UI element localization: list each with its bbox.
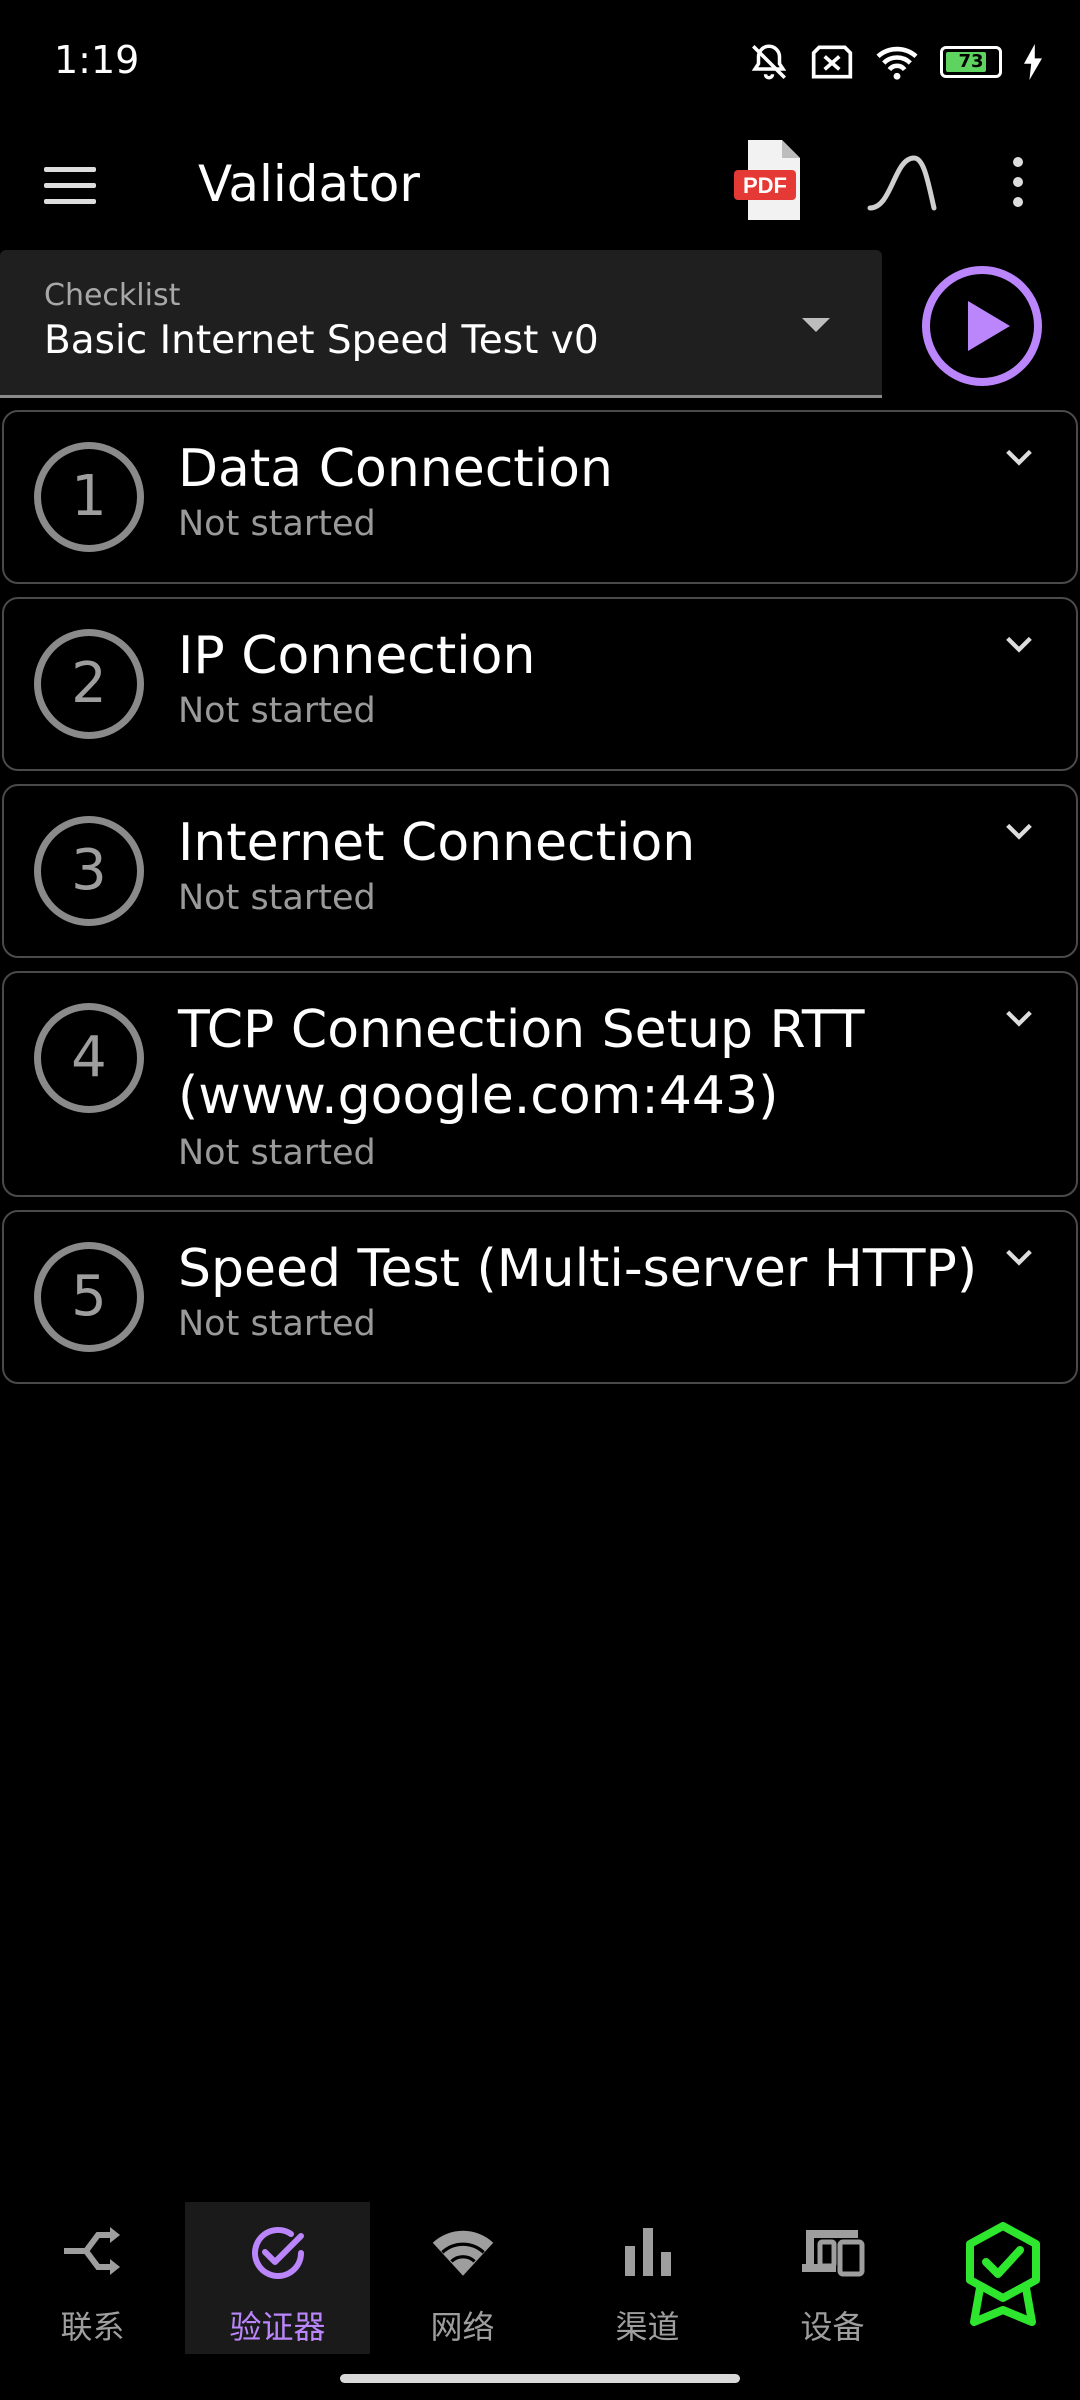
nav-item-network[interactable]: 网络 bbox=[370, 2202, 555, 2354]
nav-label: 验证器 bbox=[229, 2308, 326, 2346]
pdf-export-icon[interactable]: PDF bbox=[730, 136, 810, 226]
nav-item-connect[interactable]: 联系 bbox=[0, 2202, 185, 2354]
battery-level: 73 bbox=[958, 51, 984, 72]
status-icons: 73 bbox=[748, 36, 1044, 88]
step-card-2[interactable]: 2 IP Connection Not started bbox=[2, 597, 1078, 771]
award-badge-icon[interactable] bbox=[958, 2222, 1048, 2326]
step-title: IP Connection bbox=[178, 626, 536, 686]
step-card-5[interactable]: 5 Speed Test (Multi-server HTTP) Not sta… bbox=[2, 1210, 1078, 1384]
page-title: Validator bbox=[198, 155, 420, 213]
nav-item-validator[interactable]: 验证器 bbox=[185, 2202, 370, 2354]
step-title-line-1: TCP Connection Setup RTT bbox=[178, 1000, 865, 1060]
checklist-value: Basic Internet Speed Test v0 bbox=[44, 318, 599, 363]
wifi-status-icon bbox=[876, 46, 918, 80]
checklist-label: Checklist bbox=[44, 278, 181, 313]
home-indicator[interactable] bbox=[340, 2374, 740, 2383]
step-number: 3 bbox=[34, 816, 144, 926]
nav-label: 渠道 bbox=[615, 2308, 680, 2346]
step-title: Speed Test (Multi-server HTTP) bbox=[178, 1239, 978, 1299]
wifi-icon bbox=[432, 2230, 493, 2276]
more-options-icon[interactable] bbox=[998, 142, 1038, 222]
chevron-down-icon[interactable] bbox=[1002, 440, 1036, 474]
chevron-down-icon[interactable] bbox=[1002, 627, 1036, 661]
bell-curve-icon[interactable] bbox=[862, 142, 942, 222]
check-circle-icon bbox=[251, 2227, 304, 2279]
step-number: 5 bbox=[34, 1242, 144, 1352]
step-card-1[interactable]: 1 Data Connection Not started bbox=[2, 410, 1078, 584]
step-number: 4 bbox=[34, 1003, 144, 1113]
connect-icon bbox=[63, 2227, 120, 2275]
bottom-navigation: 联系 验证器 网络 渠道 设备 bbox=[0, 2190, 1080, 2360]
bell-off-icon bbox=[751, 44, 787, 80]
play-icon bbox=[968, 301, 1010, 351]
step-title-line-2: (www.google.com:443) bbox=[178, 1066, 779, 1126]
nav-label: 网络 bbox=[430, 2308, 495, 2346]
battery-icon: 73 bbox=[940, 46, 1002, 78]
step-status: Not started bbox=[178, 1133, 376, 1173]
step-number: 2 bbox=[34, 629, 144, 739]
step-card-4[interactable]: 4 TCP Connection Setup RTT (www.google.c… bbox=[2, 971, 1078, 1197]
dropdown-arrow-icon bbox=[802, 318, 830, 332]
step-card-3[interactable]: 3 Internet Connection Not started bbox=[2, 784, 1078, 958]
nav-item-devices[interactable]: 设备 bbox=[740, 2202, 925, 2354]
nav-label: 设备 bbox=[800, 2308, 865, 2346]
step-title: Data Connection bbox=[178, 439, 613, 499]
no-sim-icon bbox=[811, 45, 853, 79]
step-status: Not started bbox=[178, 1304, 376, 1344]
chevron-down-icon[interactable] bbox=[1002, 1240, 1036, 1274]
app-toolbar: Validator PDF bbox=[0, 120, 1080, 250]
status-bar: 1:19 73 bbox=[0, 0, 1080, 120]
step-status: Not started bbox=[178, 504, 376, 544]
step-title: Internet Connection bbox=[178, 813, 696, 873]
menu-icon[interactable] bbox=[44, 150, 114, 220]
step-status: Not started bbox=[178, 691, 376, 731]
step-number: 1 bbox=[34, 442, 144, 552]
step-status: Not started bbox=[178, 878, 376, 918]
nav-item-channels[interactable]: 渠道 bbox=[555, 2202, 740, 2354]
checklist-select[interactable]: Checklist Basic Internet Speed Test v0 bbox=[0, 250, 882, 398]
chevron-down-icon[interactable] bbox=[1002, 814, 1036, 848]
status-time: 1:19 bbox=[54, 38, 140, 82]
nav-label: 联系 bbox=[60, 2308, 125, 2346]
chevron-down-icon[interactable] bbox=[1002, 1001, 1036, 1035]
play-button[interactable] bbox=[922, 266, 1042, 386]
charging-icon bbox=[1024, 44, 1042, 80]
devices-icon bbox=[801, 2230, 864, 2277]
bar-chart-icon bbox=[624, 2228, 671, 2276]
pdf-label: PDF bbox=[743, 173, 787, 198]
